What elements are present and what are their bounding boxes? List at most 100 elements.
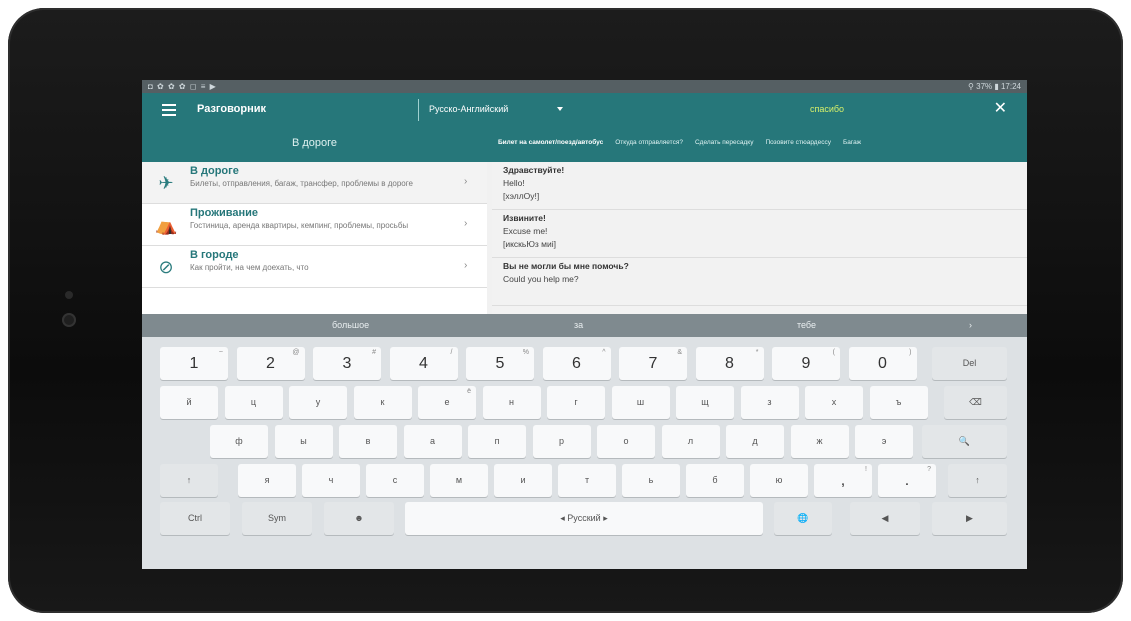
tab-departure[interactable]: Откуда отправляется? <box>609 127 689 162</box>
category-accommodation[interactable]: ⛺ Проживание Гостиница, аренда квартиры,… <box>142 204 487 246</box>
category-title: В городе <box>190 249 239 261</box>
key-row2[interactable]: в <box>339 425 397 458</box>
phrase-item[interactable]: Здравствуйте! Hello! [хэллОу!] <box>492 162 1027 210</box>
emoji-icon[interactable]: ☻ <box>324 502 394 535</box>
key-6-label: 6 <box>572 355 581 372</box>
key-row2[interactable]: э <box>855 425 913 458</box>
key-row1[interactable]: г <box>547 386 605 419</box>
category-title: Проживание <box>190 207 259 219</box>
phrase-item[interactable]: Извините! Excuse me! [икскьЮз миi] <box>492 210 1027 258</box>
tab-bar: В дороге Билет на самолет/поезд/автобус … <box>142 127 1027 164</box>
key-2[interactable]: 2 @ <box>236 347 305 380</box>
key-row2-label: а <box>429 436 435 446</box>
backspace-key[interactable]: ⌫ <box>944 386 1007 419</box>
key-row3-label: т <box>584 475 590 485</box>
key-row1[interactable]: з <box>740 386 799 419</box>
tab-ticket[interactable]: Билет на самолет/поезд/автобус <box>492 127 610 164</box>
key-row2[interactable]: р <box>532 425 591 458</box>
key-row3[interactable]: я <box>238 464 296 497</box>
key-row3[interactable]: и <box>494 464 552 497</box>
key-row1[interactable]: у <box>289 386 347 419</box>
search-key[interactable]: 🔍 <box>922 425 1007 458</box>
key-row1[interactable]: ш <box>611 386 670 419</box>
key-row2[interactable]: п <box>468 425 526 458</box>
hamburger-menu-icon[interactable] <box>162 104 176 116</box>
close-icon[interactable]: ✕ <box>994 101 1007 117</box>
key-row3[interactable]: с <box>366 464 424 497</box>
category-city[interactable]: ⊘ В городе Как пройти, на чем доехать, ч… <box>142 246 487 288</box>
key-row2[interactable]: ф <box>210 425 268 458</box>
key-row1[interactable]: к <box>353 386 412 419</box>
key-4[interactable]: 4/ <box>389 347 458 380</box>
key-8[interactable]: 8 * <box>695 347 764 380</box>
key-3[interactable]: 3 # <box>313 347 381 380</box>
phrase-list: Здравствуйте! Hello! [хэллОу!] Извините!… <box>492 162 1027 314</box>
arrow-left-key[interactable]: ◀ <box>850 502 920 535</box>
key-punct[interactable]: .? <box>878 464 936 497</box>
search-input[interactable]: спасибо <box>810 104 844 114</box>
chevron-down-icon[interactable] <box>557 107 563 111</box>
suggestion-word[interactable]: тебе <box>797 320 816 330</box>
key-row3[interactable]: б <box>686 464 744 497</box>
key-row1[interactable]: й <box>160 386 218 419</box>
key-1[interactable]: 1 ~ <box>160 347 228 380</box>
key-row1-label: ц <box>250 397 257 407</box>
language-selector[interactable]: Русско-Английский <box>429 104 508 114</box>
sym-key[interactable]: Sym <box>242 502 312 535</box>
key-row1[interactable]: щ <box>676 386 734 419</box>
delete-key[interactable]: Del <box>932 347 1007 380</box>
key-row1[interactable]: н <box>482 386 541 419</box>
category-travel[interactable]: ✈ В дороге Билеты, отправления, багаж, т… <box>142 162 487 204</box>
phrase-item[interactable]: Вы не могли бы мне помочь? Could you hel… <box>492 258 1027 306</box>
key-row3[interactable]: ь <box>622 464 680 497</box>
key-5[interactable]: 5% <box>466 347 534 380</box>
key-9[interactable]: 9( <box>772 347 840 380</box>
key-row2[interactable]: д <box>726 425 784 458</box>
ctrl-key[interactable]: Ctrl <box>160 502 230 535</box>
key-row3[interactable]: м <box>430 464 488 497</box>
key-row3[interactable]: ч <box>302 464 360 497</box>
key-row1-label: й <box>186 397 192 407</box>
key-5-label: 5 <box>495 355 505 372</box>
key-2-alt-label: @ <box>292 349 300 356</box>
key-punct[interactable]: ,! <box>814 464 872 497</box>
key-row2[interactable]: а <box>403 425 462 458</box>
key-row2[interactable]: о <box>597 425 655 458</box>
suggestion-bar: большое за тебе › <box>142 314 1027 337</box>
tablet-screen: ◘ ✿ ✿ ✿ ◻ ≡ ▶ ⚲ 37% ▮ 17:24 Разговорник … <box>142 80 1027 569</box>
key-7[interactable]: 7 & <box>619 347 687 380</box>
suggestions-more-icon[interactable]: › <box>969 320 972 330</box>
key-row1[interactable]: ц <box>224 386 283 419</box>
shift-right-key-label: ↑ <box>975 475 980 485</box>
key-row1[interactable]: её <box>418 386 476 419</box>
shift-left-key[interactable]: ↑ <box>160 464 218 497</box>
arrow-right-key[interactable]: ▶ <box>932 502 1007 535</box>
key-row3[interactable]: ю <box>750 464 808 497</box>
key-row3-label: и <box>520 475 526 485</box>
shift-right-key[interactable]: ↑ <box>948 464 1007 497</box>
category-list: ✈ В дороге Билеты, отправления, багаж, т… <box>142 162 487 314</box>
tent-icon: ⛺ <box>155 215 178 235</box>
key-row2[interactable]: ы <box>274 425 333 458</box>
tab-baggage[interactable]: Багаж <box>837 127 867 162</box>
key-row2[interactable]: л <box>661 425 720 458</box>
key-row1[interactable]: ъ <box>869 386 928 419</box>
key-row1[interactable]: х <box>805 386 863 419</box>
phrase-russian: Вы не могли бы мне помочь? <box>503 261 629 271</box>
phrase-english: Hello! <box>503 178 525 188</box>
suggestion-word[interactable]: большое <box>332 320 369 330</box>
key-5-alt-label: % <box>522 349 529 356</box>
tab-stewardess[interactable]: Позовите стюардессу <box>759 127 837 162</box>
suggestion-word[interactable]: за <box>574 320 583 330</box>
key-row3-label: ч <box>328 475 334 485</box>
key-row2[interactable]: ж <box>790 425 849 458</box>
backspace-key-label: ⌫ <box>969 397 982 407</box>
tab-transfer[interactable]: Сделать пересадку <box>689 127 760 162</box>
space-key[interactable]: ◂ Русский ▸ <box>405 502 763 535</box>
category-subtitle: Билеты, отправления, багаж, трансфер, пр… <box>190 179 413 188</box>
key-row3[interactable]: т <box>558 464 616 497</box>
globe-icon[interactable]: 🌐 <box>774 502 832 535</box>
key-6[interactable]: 6 ^ <box>542 347 611 380</box>
key-0[interactable]: 0) <box>848 347 917 380</box>
key-0-label: 0 <box>878 355 887 372</box>
